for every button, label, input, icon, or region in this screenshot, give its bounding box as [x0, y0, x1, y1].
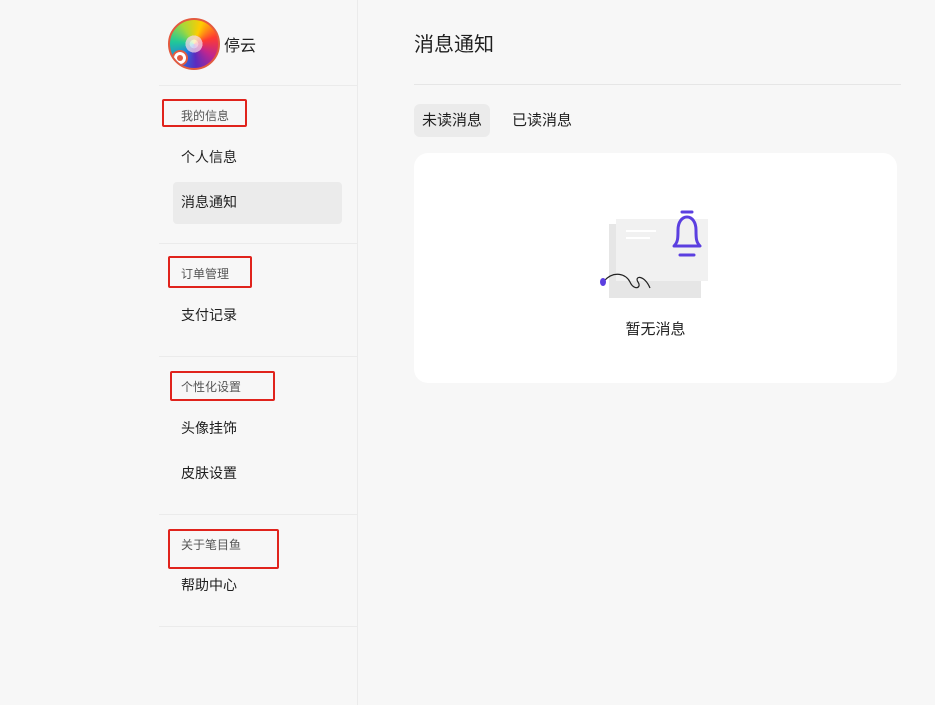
sidebar-item-personal-info[interactable]: 个人信息 [173, 137, 342, 179]
sidebar-item-label: 皮肤设置 [181, 466, 237, 482]
sidebar: 停云 我的信息 个人信息 消息通知 订单管理 支付记录 个性化设置 头像挂饰 皮… [159, 0, 358, 705]
username: 停云 [224, 36, 257, 55]
sidebar-section-orders: 订单管理 支付记录 [159, 244, 357, 357]
section-title: 关于笔目鱼 [181, 538, 242, 552]
sidebar-item-payment-records[interactable]: 支付记录 [173, 295, 342, 337]
message-panel: 暂无消息 [414, 153, 897, 383]
tab-read[interactable]: 已读消息 [504, 104, 580, 137]
tab-unread[interactable]: 未读消息 [414, 104, 491, 137]
envelope-icon [616, 219, 708, 281]
sidebar-item-avatar-frame[interactable]: 头像挂饰 [173, 408, 342, 450]
sidebar-item-label: 消息通知 [181, 195, 237, 211]
app-root: 停云 我的信息 个人信息 消息通知 订单管理 支付记录 个性化设置 头像挂饰 皮… [0, 0, 935, 705]
avatar-image [184, 34, 204, 54]
main-content: 消息通知 未读消息 已读消息 暂无消息 [358, 0, 935, 705]
divider [414, 84, 901, 85]
profile-header: 停云 [159, 0, 357, 86]
empty-state-illustration [600, 210, 708, 298]
sidebar-section-about: 关于笔目鱼 帮助中心 [159, 515, 357, 627]
page-title: 消息通知 [414, 32, 494, 56]
avatar-badge-icon [172, 50, 188, 66]
sidebar-item-label: 个人信息 [181, 150, 237, 166]
section-title: 我的信息 [181, 109, 230, 123]
sidebar-section-my-info: 我的信息 个人信息 消息通知 [159, 86, 357, 244]
sidebar-item-help-center[interactable]: 帮助中心 [173, 565, 342, 607]
empty-state-text: 暂无消息 [625, 320, 686, 338]
sidebar-item-notifications[interactable]: 消息通知 [173, 182, 342, 224]
section-title: 订单管理 [181, 267, 230, 281]
avatar[interactable] [168, 18, 220, 70]
sidebar-item-label: 头像挂饰 [181, 421, 237, 437]
sidebar-item-skin-settings[interactable]: 皮肤设置 [173, 453, 342, 495]
sidebar-item-label: 帮助中心 [181, 578, 237, 594]
leaf-decoration [600, 278, 606, 286]
sidebar-section-personalization: 个性化设置 头像挂饰 皮肤设置 [159, 357, 357, 515]
sidebar-item-label: 支付记录 [181, 308, 237, 324]
section-title: 个性化设置 [181, 380, 242, 394]
